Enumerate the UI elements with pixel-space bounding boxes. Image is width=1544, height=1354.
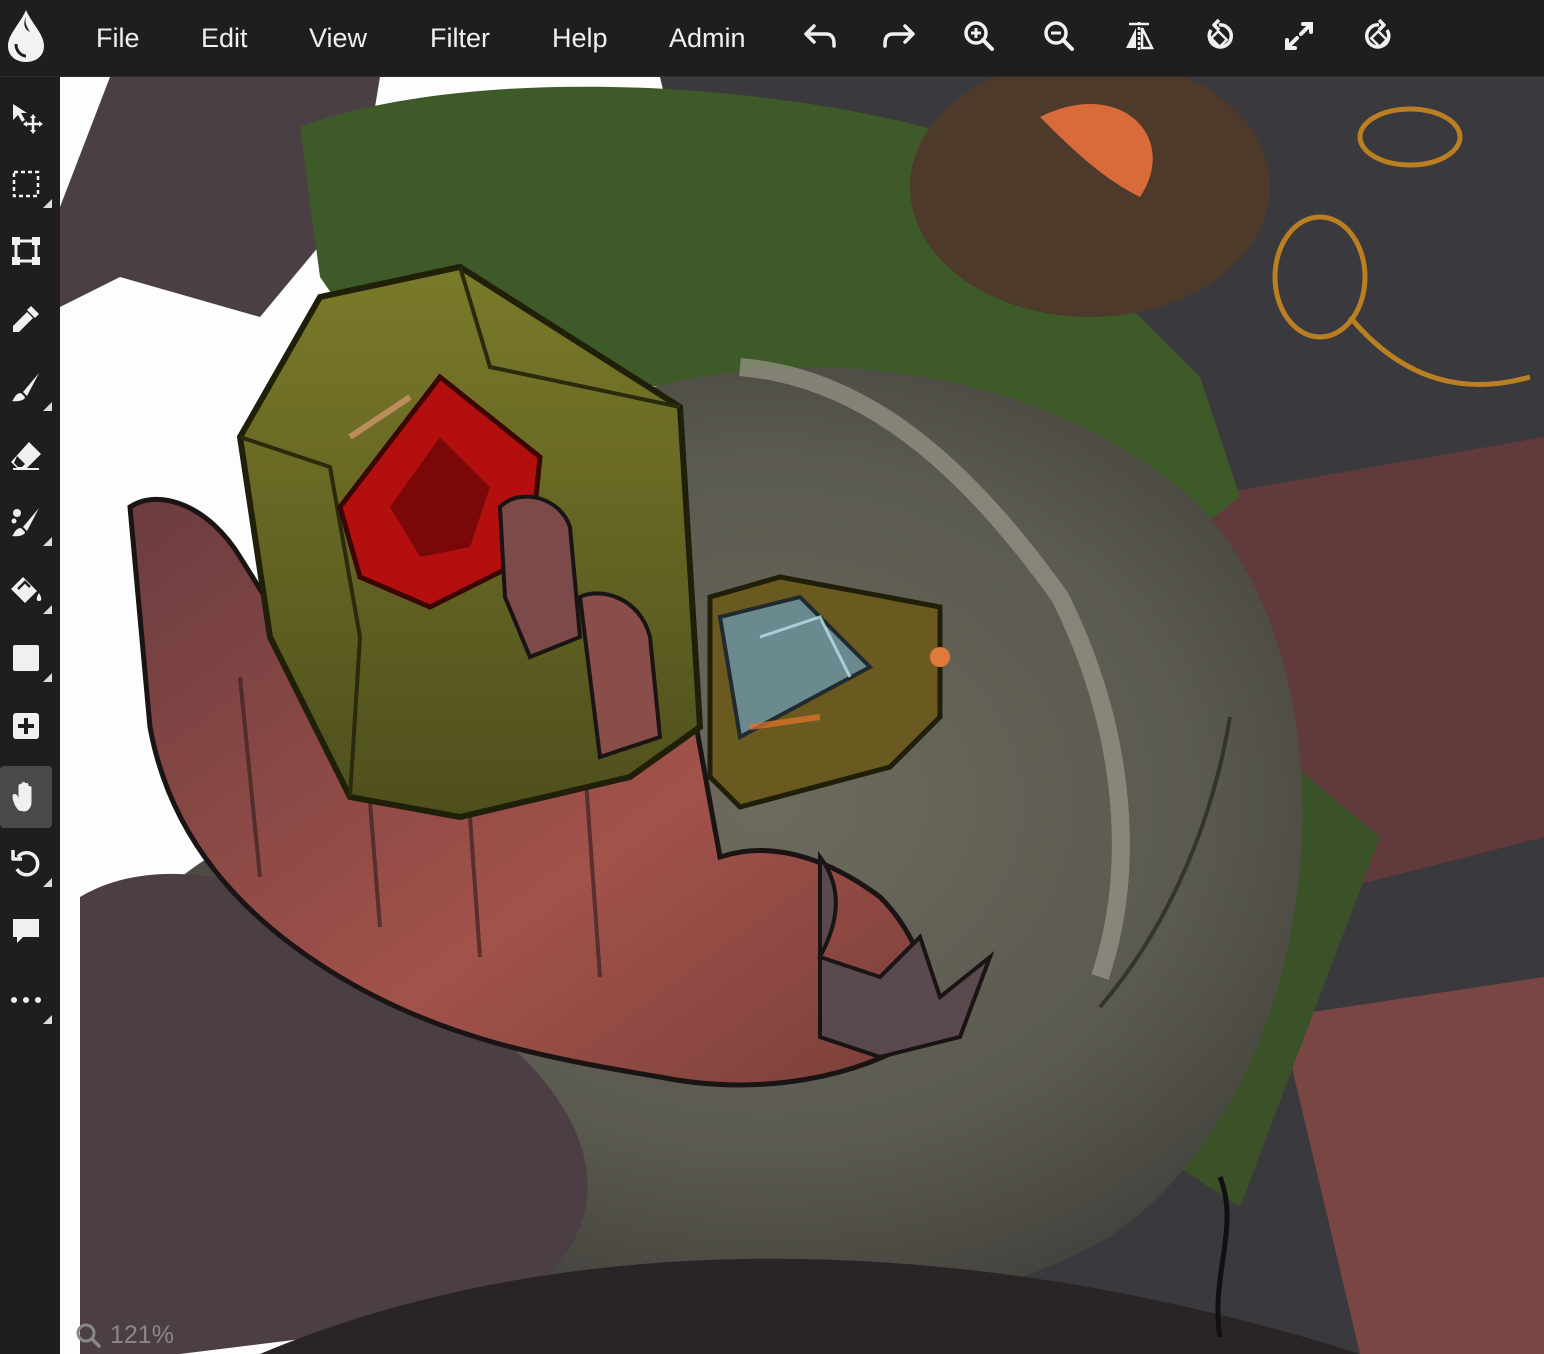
submenu-indicator (43, 402, 52, 411)
eraser-icon[interactable] (0, 425, 52, 485)
brush-icon[interactable] (0, 357, 52, 417)
submenu-indicator (43, 537, 52, 546)
flip-icon[interactable] (1117, 14, 1161, 58)
menu-filter[interactable]: Filter (430, 18, 490, 58)
tool-sidebar (0, 77, 60, 1354)
menu-view[interactable]: View (309, 18, 367, 58)
zoom-out-icon[interactable] (1037, 14, 1081, 58)
more-icon[interactable] (0, 970, 52, 1030)
submenu-indicator (43, 1015, 52, 1024)
comment-icon[interactable] (0, 901, 52, 961)
zoom-in-icon[interactable] (957, 14, 1001, 58)
fill-bucket-icon[interactable] (0, 560, 52, 620)
rotate-left-icon[interactable] (1197, 14, 1241, 58)
menu-help[interactable]: Help (552, 18, 608, 58)
zoom-magnifier-icon (76, 1323, 101, 1348)
transform-icon[interactable] (0, 221, 52, 281)
submenu-indicator (43, 605, 52, 614)
fullscreen-icon[interactable] (1277, 14, 1321, 58)
move-tool-icon[interactable] (0, 87, 52, 147)
zoom-indicator[interactable]: 121% (74, 1318, 174, 1352)
hand-icon[interactable] (0, 766, 52, 828)
submenu-indicator (43, 199, 52, 208)
drawing-canvas[interactable] (60, 77, 1544, 1354)
select-icon[interactable] (0, 154, 52, 214)
app-logo-icon[interactable] (6, 8, 46, 64)
add-layer-icon[interactable] (0, 696, 52, 756)
zoom-level: 121% (110, 1320, 174, 1349)
menu-edit[interactable]: Edit (201, 18, 248, 58)
submenu-indicator (43, 878, 52, 887)
top-toolbar: File Edit View Filter Help Admin (0, 0, 1544, 77)
artwork-image (60, 77, 1544, 1354)
rotate-right-icon[interactable] (1357, 14, 1401, 58)
undo-icon[interactable] (798, 14, 842, 58)
shape-icon[interactable] (0, 628, 52, 688)
rotate-canvas-icon[interactable] (0, 833, 52, 893)
eyedropper-icon[interactable] (0, 289, 52, 349)
app-window: File Edit View Filter Help Admin 121% (0, 0, 1544, 1354)
menu-admin[interactable]: Admin (669, 18, 746, 58)
submenu-indicator (43, 673, 52, 682)
smudge-icon[interactable] (0, 492, 52, 552)
redo-icon[interactable] (877, 14, 921, 58)
menu-file[interactable]: File (96, 18, 140, 58)
